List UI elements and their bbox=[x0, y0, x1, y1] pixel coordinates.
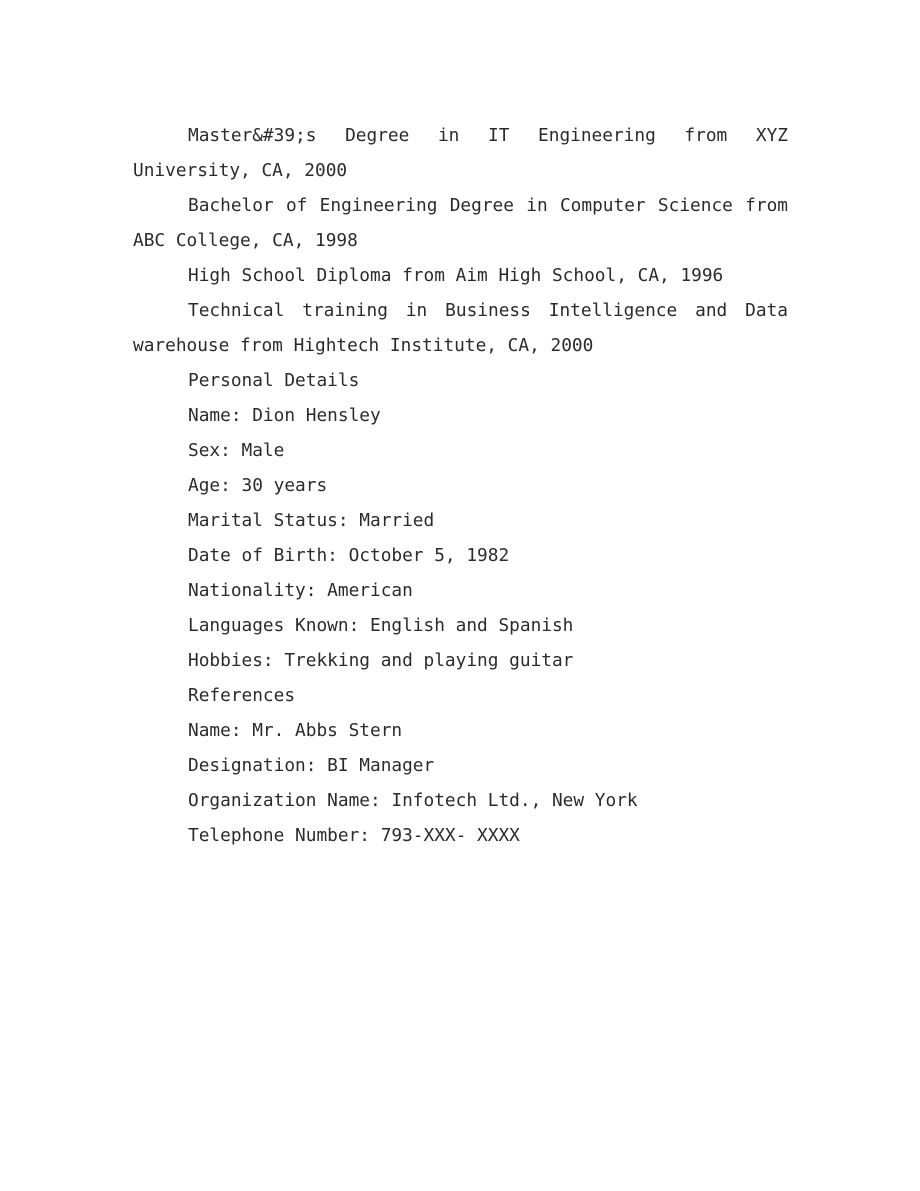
education-high-school-paragraph: High School Diploma from Aim High School… bbox=[188, 265, 724, 286]
document-page: Master&#39;s Degree in IT Engineering fr… bbox=[0, 0, 920, 1191]
personal-details-languages-known: Languages Known: English and Spanish bbox=[188, 615, 574, 636]
references-designation: Designation: BI Manager bbox=[188, 755, 435, 776]
references-heading: References bbox=[188, 685, 296, 706]
personal-details-age: Age: 30 years bbox=[188, 475, 328, 496]
personal-details-sex: Sex: Male bbox=[188, 440, 285, 461]
personal-details-name: Name: Dion Hensley bbox=[188, 405, 381, 426]
personal-details-date-of-birth: Date of Birth: October 5, 1982 bbox=[188, 545, 510, 566]
education-bachelor-paragraph: Bachelor of Engineering Degree in Comput… bbox=[133, 195, 799, 251]
education-technical-training-paragraph: Technical training in Business Intellige… bbox=[133, 300, 799, 356]
education-masters-paragraph: Master&#39;s Degree in IT Engineering fr… bbox=[133, 125, 799, 181]
personal-details-nationality: Nationality: American bbox=[188, 580, 413, 601]
personal-details-marital-status: Marital Status: Married bbox=[188, 510, 435, 531]
personal-details-hobbies: Hobbies: Trekking and playing guitar bbox=[188, 650, 574, 671]
references-organization-name: Organization Name: Infotech Ltd., New Yo… bbox=[188, 790, 638, 811]
personal-details-heading: Personal Details bbox=[188, 370, 360, 391]
references-telephone-number: Telephone Number: 793-XXX- XXXX bbox=[188, 825, 520, 846]
references-name: Name: Mr. Abbs Stern bbox=[188, 720, 403, 741]
document-text-column: Master&#39;s Degree in IT Engineering fr… bbox=[133, 118, 788, 853]
